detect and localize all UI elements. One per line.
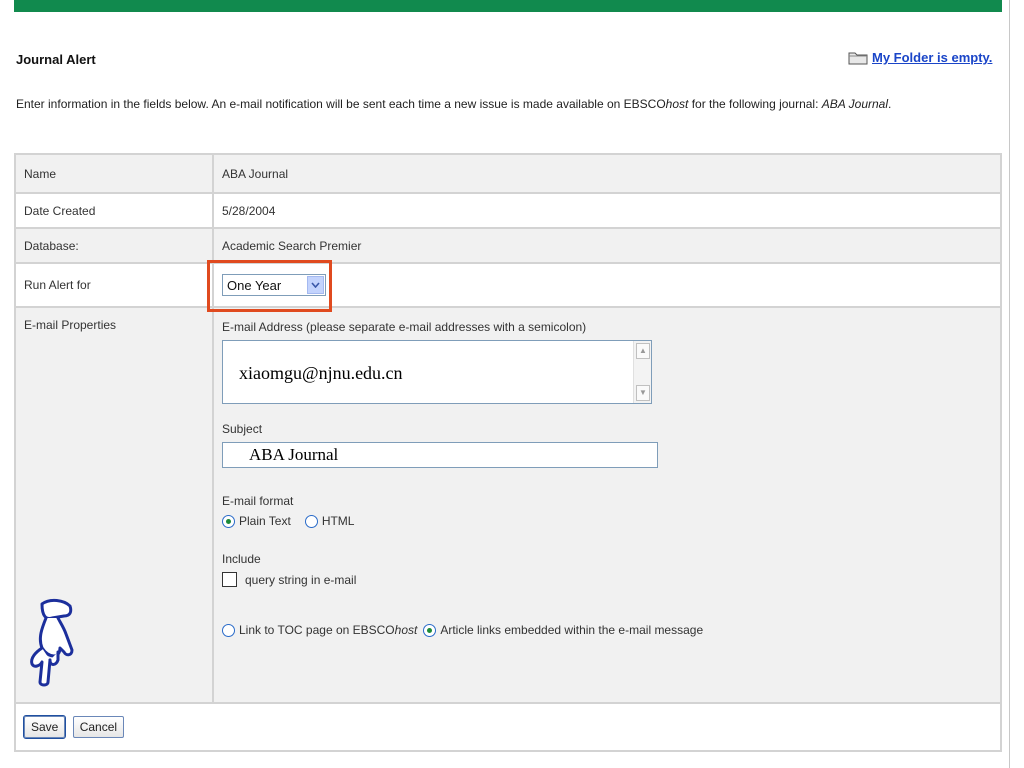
- date-created-label: Date Created: [14, 192, 214, 229]
- name-label: Name: [14, 153, 214, 194]
- run-alert-label: Run Alert for: [14, 262, 214, 308]
- subject-label: Subject: [222, 422, 263, 436]
- top-accent-bar: [14, 0, 1002, 12]
- email-address-value: xiaomgu@njnu.edu.cn: [239, 363, 403, 383]
- row-email-properties: E-mail Properties E-mail Address (please…: [14, 306, 1002, 704]
- pointing-hand-icon: [20, 594, 84, 691]
- article-links-radio[interactable]: [423, 623, 437, 637]
- link-type-options: Link to TOC page on EBSCOhost Article li…: [222, 623, 992, 637]
- page-border: [1009, 0, 1010, 768]
- subject-field[interactable]: ABA Journal: [222, 442, 658, 468]
- toc-link-radio[interactable]: [222, 623, 235, 637]
- row-buttons: Save Cancel: [14, 702, 1002, 752]
- my-folder-link[interactable]: My Folder is empty.: [872, 50, 992, 65]
- date-created-value: 5/28/2004: [212, 192, 1002, 229]
- textarea-scrollbar[interactable]: ▲ ▼: [633, 341, 651, 403]
- my-folder[interactable]: My Folder is empty.: [848, 50, 992, 65]
- database-value: Academic Search Premier: [212, 227, 1002, 264]
- run-alert-selected: One Year: [227, 277, 282, 293]
- email-address-field[interactable]: xiaomgu@njnu.edu.cn ▲ ▼: [222, 340, 652, 404]
- chevron-down-icon[interactable]: [307, 276, 324, 294]
- database-label: Database:: [14, 227, 214, 264]
- scroll-down-icon[interactable]: ▼: [636, 385, 650, 401]
- row-run-alert: Run Alert for One Year: [14, 260, 1002, 312]
- run-alert-wrapper: One Year: [207, 260, 332, 312]
- name-value: ABA Journal: [212, 153, 1002, 194]
- include-label: Include: [222, 552, 261, 566]
- email-properties-panel: E-mail Address (please separate e-mail a…: [222, 308, 992, 637]
- email-format-label: E-mail format: [222, 494, 294, 508]
- html-label: HTML: [321, 514, 355, 528]
- query-string-checkbox[interactable]: [222, 572, 237, 587]
- article-links-label: Article links embedded within the e-mail…: [440, 623, 704, 637]
- save-button[interactable]: Save: [22, 715, 67, 739]
- plain-text-radio[interactable]: [222, 514, 235, 528]
- run-alert-select[interactable]: One Year: [222, 274, 326, 296]
- include-query-row: query string in e-mail: [222, 572, 992, 587]
- alert-form-table: Name ABA Journal Date Created 5/28/2004 …: [14, 153, 1002, 752]
- email-address-label: E-mail Address (please separate e-mail a…: [222, 320, 587, 334]
- folder-icon: [848, 50, 868, 65]
- row-name: Name ABA Journal: [14, 153, 1002, 194]
- intro-text: Enter information in the fields below. A…: [16, 97, 892, 111]
- row-database: Database: Academic Search Premier: [14, 227, 1002, 264]
- query-string-label: query string in e-mail: [245, 572, 357, 587]
- html-radio[interactable]: [304, 514, 318, 528]
- page-title: Journal Alert: [16, 52, 96, 67]
- cancel-button[interactable]: Cancel: [72, 716, 125, 738]
- row-date: Date Created 5/28/2004: [14, 192, 1002, 229]
- email-format-options: Plain Text HTML: [222, 514, 992, 528]
- toc-link-label: Link to TOC page on EBSCOhost: [239, 623, 418, 637]
- scroll-up-icon[interactable]: ▲: [636, 343, 650, 359]
- plain-text-label: Plain Text: [239, 514, 291, 528]
